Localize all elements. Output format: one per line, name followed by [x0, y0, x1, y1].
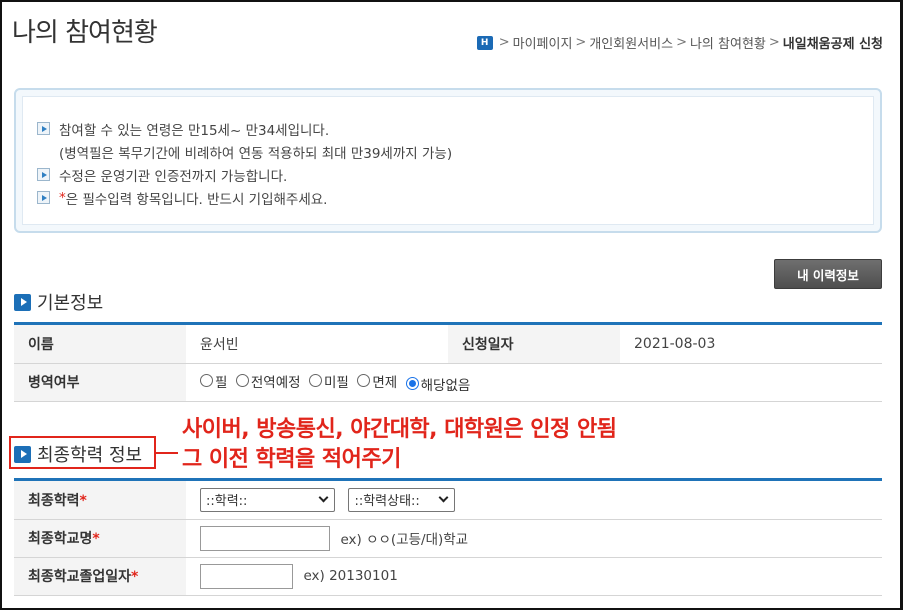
select-value: ::학력상태::	[354, 494, 420, 510]
grad-date-label: 최종학교졸업일자*	[14, 557, 186, 596]
radio-label: 면제	[372, 374, 398, 391]
table-row: 병역여부 필 전역예정 미필 면제 해당없음	[14, 363, 882, 402]
breadcrumb-separator: >	[575, 35, 587, 50]
name-value: 윤서빈	[186, 325, 448, 364]
notice-item: 참여할 수 있는 연령은 만15세~ 만34세입니다.	[37, 117, 452, 140]
military-radio-not-done[interactable]: 미필	[309, 371, 349, 391]
school-name-input[interactable]	[200, 525, 330, 551]
page-title: 나의 참여현황	[12, 18, 158, 48]
radio-label: 미필	[324, 374, 349, 391]
select-value: ::학력::	[206, 494, 248, 510]
radio-circle[interactable]	[357, 374, 371, 387]
annotation-connector	[156, 452, 178, 454]
section-title-text: 기본정보	[37, 293, 104, 314]
annotation-text: 사이버, 방송통신, 야간대학, 대학원은 인정 안됨 그 이전 학력을 적어주…	[182, 415, 617, 475]
basic-info-table: 이름 윤서빈 신청일자 2021-08-03 병역여부 필 전역예정 미필 면제…	[14, 325, 882, 402]
notice-text: 수정은 운영기관 인증전까지 가능합니다.	[59, 168, 288, 185]
notice-list: 참여할 수 있는 연령은 만15세~ 만34세입니다. (병역필은 복무기간에 …	[37, 117, 452, 209]
radio-label: 전역예정	[250, 374, 301, 391]
label-text: 최종학력	[28, 492, 80, 509]
grad-date-cell: ex) 20130101	[186, 557, 882, 596]
table-row: 이름 윤서빈 신청일자 2021-08-03	[14, 325, 882, 364]
military-radio-exempt[interactable]: 면제	[357, 371, 397, 391]
notice-text: 은 필수입력 항목입니다. 반드시 기입해주세요.	[65, 191, 328, 208]
breadcrumb: H > 마이페이지 > 개인회원서비스 > 나의 참여현황 > 내일채움공제 신…	[476, 33, 883, 52]
radio-circle[interactable]	[235, 374, 249, 387]
home-icon[interactable]: H	[476, 35, 493, 50]
breadcrumb-item-participation[interactable]: 나의 참여현황	[690, 33, 766, 52]
required-star: *	[79, 492, 87, 509]
annotation-line-2: 그 이전 학력을 적어주기	[182, 447, 401, 472]
education-info-table: 최종학력* ::학력:: ::학력상태:: 최종학교명* ex) ㅇㅇ(고등/대…	[14, 481, 882, 596]
military-options: 필 전역예정 미필 면제 해당없음	[186, 363, 882, 402]
notice-text: 참여할 수 있는 연령은 만15세~ 만34세입니다.	[59, 122, 330, 139]
grad-date-hint: ex) 20130101	[303, 568, 398, 584]
annotation-highlight-box	[9, 436, 156, 469]
radio-circle[interactable]	[309, 374, 323, 387]
notice-item: * 은 필수입력 항목입니다. 반드시 기입해주세요.	[37, 186, 452, 209]
radio-label: 필	[215, 374, 228, 391]
notice-item: 수정은 운영기관 인증전까지 가능합니다.	[37, 163, 452, 186]
bullet-arrow-icon	[37, 191, 50, 204]
chevron-down-icon	[439, 492, 449, 503]
label-text: 최종학교졸업일자	[28, 569, 132, 585]
required-star: *	[59, 189, 66, 206]
table-row: 최종학교졸업일자* ex) 20130101	[14, 557, 882, 596]
bullet-arrow-icon	[37, 122, 50, 135]
breadcrumb-item-mypage[interactable]: 마이페이지	[513, 33, 573, 52]
edu-level-label: 최종학력*	[14, 481, 186, 520]
section-title-basic: 기본정보	[14, 289, 103, 315]
school-name-label: 최종학교명*	[14, 519, 186, 558]
radio-circle-selected[interactable]	[405, 377, 419, 390]
bullet-arrow-icon	[37, 168, 50, 181]
apply-date-label: 신청일자	[448, 325, 620, 364]
breadcrumb-current: 내일채움공제 신청	[782, 37, 883, 52]
military-label: 병역여부	[14, 363, 186, 402]
annotation-line-1: 사이버, 방송통신, 야간대학, 대학원은 인정 안됨	[182, 417, 617, 442]
apply-date-value: 2021-08-03	[620, 325, 882, 364]
breadcrumb-separator: >	[768, 35, 780, 50]
radio-label: 해당없음	[420, 377, 471, 394]
grad-date-input[interactable]	[200, 563, 293, 589]
table-row: 최종학력* ::학력:: ::학력상태::	[14, 481, 882, 520]
breadcrumb-separator: >	[498, 35, 510, 50]
military-radio-done[interactable]: 필	[200, 371, 227, 391]
label-text: 최종학교명	[28, 531, 93, 547]
notice-item: (병역필은 복무기간에 비례하여 연동 적용하되 최대 만39세까지 가능)	[37, 140, 452, 163]
radio-circle[interactable]	[200, 374, 213, 387]
school-name-hint: ex) ㅇㅇ(고등/대)학교	[340, 532, 469, 548]
required-star: *	[92, 531, 100, 547]
required-star: *	[131, 569, 139, 585]
table-row: 최종학교명* ex) ㅇㅇ(고등/대)학교	[14, 519, 882, 558]
school-name-cell: ex) ㅇㅇ(고등/대)학교	[186, 519, 882, 558]
name-label: 이름	[14, 325, 186, 364]
edu-level-cell: ::학력:: ::학력상태::	[186, 481, 882, 520]
notice-inner: 참여할 수 있는 연령은 만15세~ 만34세입니다. (병역필은 복무기간에 …	[22, 96, 874, 225]
section-arrow-icon	[14, 293, 31, 311]
breadcrumb-separator: >	[676, 35, 687, 50]
edu-level-select[interactable]: ::학력::	[200, 487, 335, 512]
notice-text: (병역필은 복무기간에 비례하여 연동 적용하되 최대 만39세까지 가능)	[59, 145, 453, 162]
my-history-button[interactable]: 내 이력정보	[774, 259, 882, 289]
military-radio-not-applicable[interactable]: 해당없음	[405, 374, 471, 394]
breadcrumb-item-member-service[interactable]: 개인회원서비스	[589, 33, 673, 52]
edu-status-select[interactable]: ::학력상태::	[348, 487, 456, 512]
notice-box: 참여할 수 있는 연령은 만15세~ 만34세입니다. (병역필은 복무기간에 …	[14, 88, 882, 233]
chevron-down-icon	[318, 492, 329, 503]
military-radio-discharge-planned[interactable]: 전역예정	[235, 371, 301, 391]
